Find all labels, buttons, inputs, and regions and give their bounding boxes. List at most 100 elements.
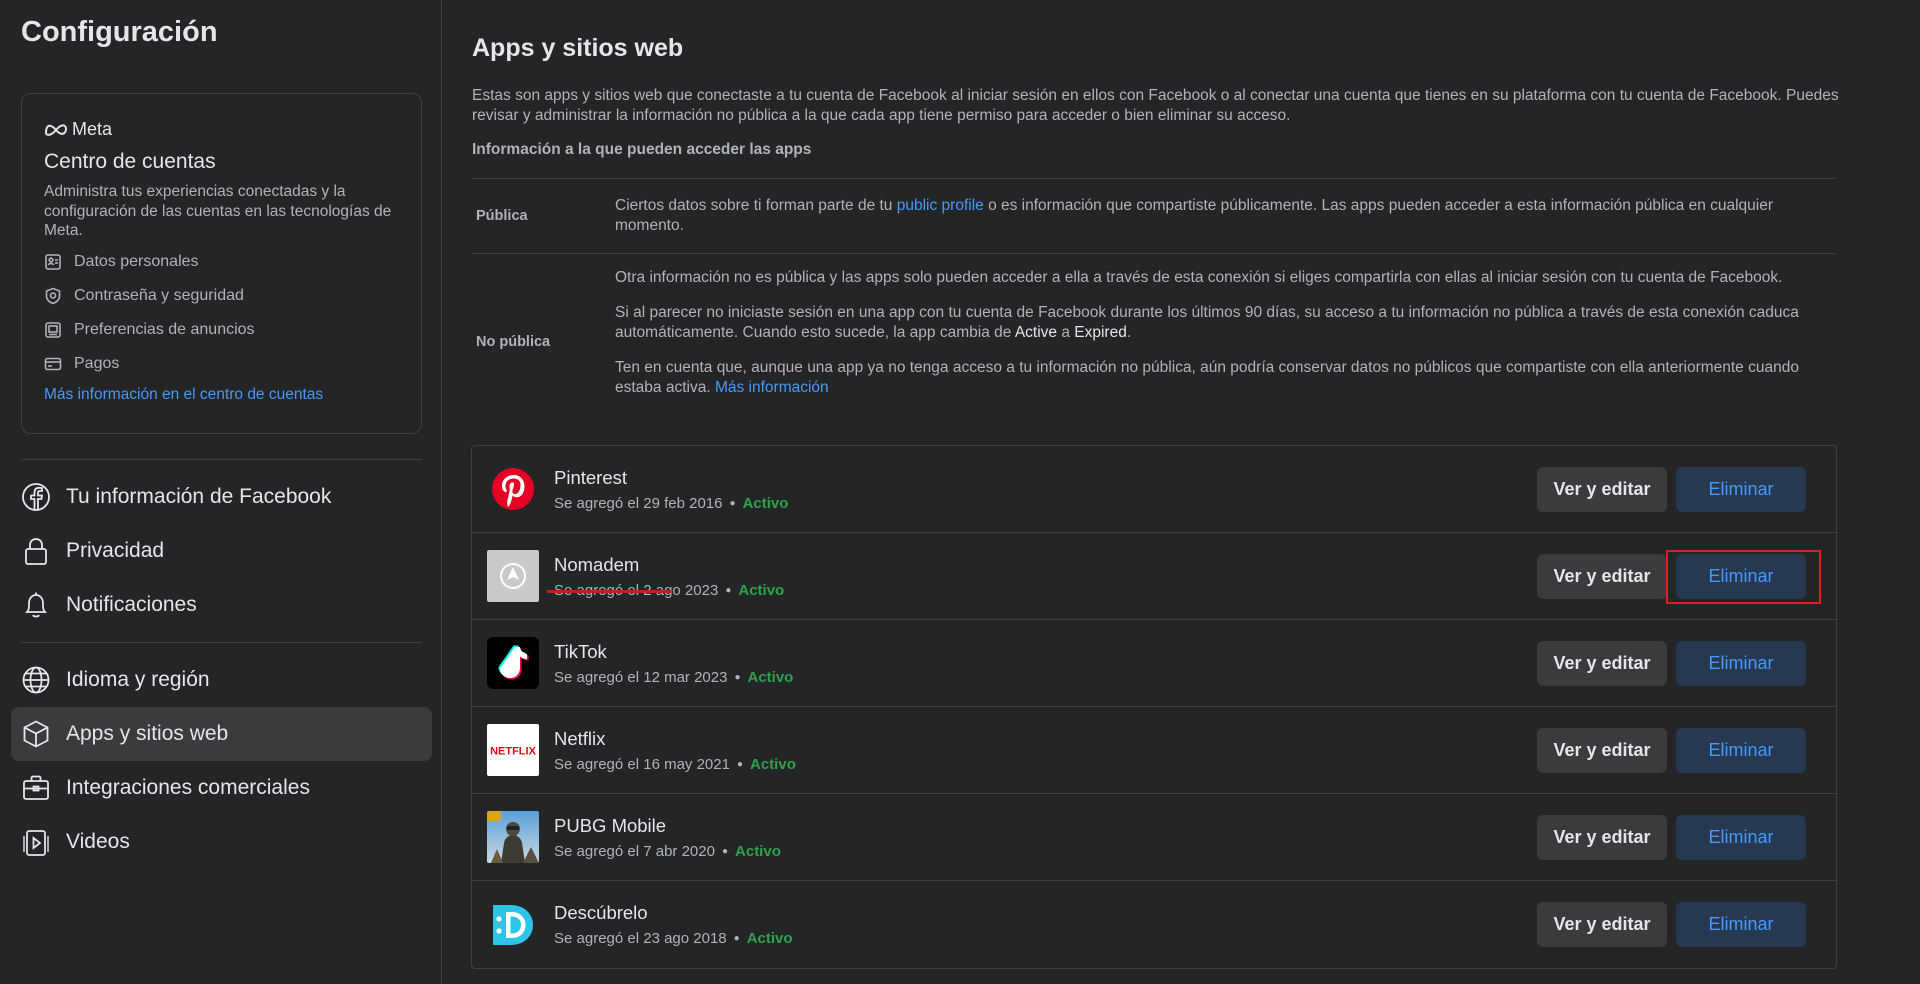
nomadem-icon: [487, 550, 539, 602]
remove-button[interactable]: Eliminar: [1676, 815, 1806, 860]
app-name[interactable]: Descúbrelo: [554, 902, 793, 924]
info-row-non-public: No pública Otra información no es públic…: [472, 254, 1836, 429]
meta-infinity-icon: [44, 124, 68, 136]
view-edit-button[interactable]: Ver y editar: [1537, 554, 1667, 599]
nav-item-apps-websites[interactable]: Apps y sitios web: [11, 707, 432, 761]
accounts-item-label: Preferencias de anuncios: [74, 320, 255, 338]
remove-button[interactable]: Eliminar: [1676, 467, 1806, 512]
meta-brand-text: Meta: [72, 118, 113, 139]
view-edit-button[interactable]: Ver y editar: [1537, 815, 1667, 860]
accounts-center-card[interactable]: Meta Centro de cuentas Administra tus ex…: [21, 93, 422, 434]
separator-dot: ●: [725, 584, 732, 596]
view-edit-button[interactable]: Ver y editar: [1537, 902, 1667, 947]
status-badge: Activo: [746, 930, 793, 947]
accounts-item-label: Pagos: [74, 354, 120, 372]
sidebar-divider: [21, 642, 422, 643]
bell-icon: [24, 592, 48, 618]
sidebar-title: Configuración: [21, 16, 218, 48]
app-added-date: Se agregó el 16 may 2021: [554, 755, 730, 773]
view-edit-button[interactable]: Ver y editar: [1537, 467, 1667, 512]
apps-websites-panel: Apps y sitios web Estas son apps y sitio…: [443, 0, 1920, 984]
accounts-center-title: Centro de cuentas: [44, 150, 216, 173]
name-annotation-underline: [547, 590, 671, 593]
access-info-table: Pública Ciertos datos sobre ti forman pa…: [472, 178, 1836, 429]
status-badge: Activo: [750, 755, 796, 773]
briefcase-icon: [23, 775, 49, 800]
separator-dot: ●: [733, 933, 740, 944]
remove-button[interactable]: Eliminar: [1676, 728, 1806, 773]
cube-icon: [23, 720, 49, 748]
nav-item-videos[interactable]: Videos: [11, 815, 432, 869]
intro-text: Estas son apps y sitios web que conectas…: [472, 87, 1839, 124]
app-row-nomadem: Nomadem Se agregó el 2 ago 2023●Activo V…: [472, 533, 1836, 620]
app-name[interactable]: Netflix: [554, 728, 796, 750]
meta-logo: Meta: [44, 118, 399, 140]
app-name[interactable]: TikTok: [554, 641, 793, 663]
info-row-public: Pública Ciertos datos sobre ti forman pa…: [472, 179, 1836, 254]
app-row-tiktok: TikTok Se agregó el 12 mar 2023 ● Activo V…: [472, 620, 1836, 707]
descubrelo-icon: [487, 898, 539, 951]
lock-icon: [25, 538, 47, 565]
info-label-non-public: No pública: [476, 333, 551, 350]
accounts-item-label: Contraseña y seguridad: [74, 286, 244, 304]
page-title: Apps y sitios web: [472, 34, 684, 62]
accounts-center-description: Administra tus experiencias conectadas y…: [44, 183, 392, 239]
app-row-netflix: NETFLIX Netflix Se agregó el 16 may 2021…: [472, 707, 1836, 794]
status-expired-term: Expired: [1074, 324, 1127, 341]
netflix-wordmark: NETFLIX: [490, 746, 536, 758]
access-info-heading: Información a la que pueden acceder las …: [472, 141, 812, 158]
remove-button[interactable]: Eliminar: [1676, 641, 1806, 686]
id-card-icon: [45, 253, 61, 270]
app-added-date: Se agregó el 29 feb 2016: [554, 494, 723, 512]
status-active-term: Active: [1014, 324, 1058, 341]
app-row-pubg-mobile: PUBG Mobile Se agregó el 7 abr 2020 ● Acti…: [472, 794, 1836, 881]
app-name[interactable]: Pinterest: [554, 467, 788, 489]
info-text-public: Ciertos datos sobre ti forman parte de t…: [615, 179, 1836, 253]
app-row-descubrelo: Descúbrelo Se agregó el 23 ago 2018 ● Acti…: [472, 881, 1836, 968]
nav-item-label: Videos: [66, 830, 130, 853]
nav-item-privacy[interactable]: Privacidad: [11, 524, 432, 578]
app-name[interactable]: Nomadem: [554, 554, 784, 576]
nav-item-business-integrations[interactable]: Integraciones comerciales: [11, 761, 432, 815]
accounts-item-password-security[interactable]: Contraseña y seguridad: [44, 279, 399, 313]
status-badge: Activo: [747, 668, 794, 686]
more-info-link[interactable]: Más información: [715, 379, 829, 396]
status-badge: Activo: [738, 581, 785, 599]
public-profile-link[interactable]: public profile: [897, 197, 984, 214]
info-label-public: Pública: [476, 208, 528, 224]
status-badge: Activo: [742, 494, 789, 512]
pinterest-icon: [487, 463, 539, 515]
video-icon: [23, 830, 49, 856]
nav-item-notifications[interactable]: Notificaciones: [11, 578, 432, 632]
app-name[interactable]: PUBG Mobile: [554, 815, 781, 837]
nav-item-label: Integraciones comerciales: [66, 776, 310, 799]
netflix-icon: NETFLIX: [487, 724, 539, 776]
ad-monitor-icon: [45, 321, 61, 338]
separator-dot: ●: [734, 671, 741, 683]
app-added-date: Se agregó el 12 mar 2023: [554, 668, 728, 686]
nav-item-label: Apps y sitios web: [66, 722, 229, 745]
view-edit-button[interactable]: Ver y editar: [1537, 728, 1667, 773]
accounts-item-personal-data[interactable]: Datos personales: [44, 245, 399, 279]
nav-item-label: Notificaciones: [66, 593, 197, 616]
status-badge: Activo: [735, 842, 781, 860]
remove-button[interactable]: Eliminar: [1676, 554, 1806, 599]
accounts-item-ad-preferences[interactable]: Preferencias de anuncios: [44, 313, 399, 347]
app-added-date: Se agregó el 7 abr 2020: [554, 842, 715, 860]
nav-item-your-facebook-info[interactable]: Tu información de Facebook: [11, 470, 432, 524]
accounts-center-link[interactable]: Más información en el centro de cuentas: [44, 386, 399, 404]
non-public-paragraph-1: Otra información no es pública y las app…: [615, 269, 1783, 286]
nav-item-language-region[interactable]: Idioma y región: [11, 653, 432, 707]
remove-button[interactable]: Eliminar: [1676, 902, 1806, 947]
sidebar-divider: [21, 459, 422, 460]
public-text-before: Ciertos datos sobre ti forman parte de t…: [615, 197, 897, 214]
accounts-item-payments[interactable]: Pagos: [44, 347, 399, 381]
separator-dot: ●: [729, 497, 736, 509]
separator-dot: ●: [736, 758, 744, 770]
nav-item-label: Tu información de Facebook: [66, 485, 332, 508]
globe-icon: [22, 666, 50, 694]
credit-card-icon: [44, 357, 62, 370]
shield-icon: [45, 287, 61, 304]
view-edit-button[interactable]: Ver y editar: [1537, 641, 1667, 686]
connected-apps-list: Pinterest Se agregó el 29 feb 2016 ● Activ…: [471, 445, 1837, 969]
